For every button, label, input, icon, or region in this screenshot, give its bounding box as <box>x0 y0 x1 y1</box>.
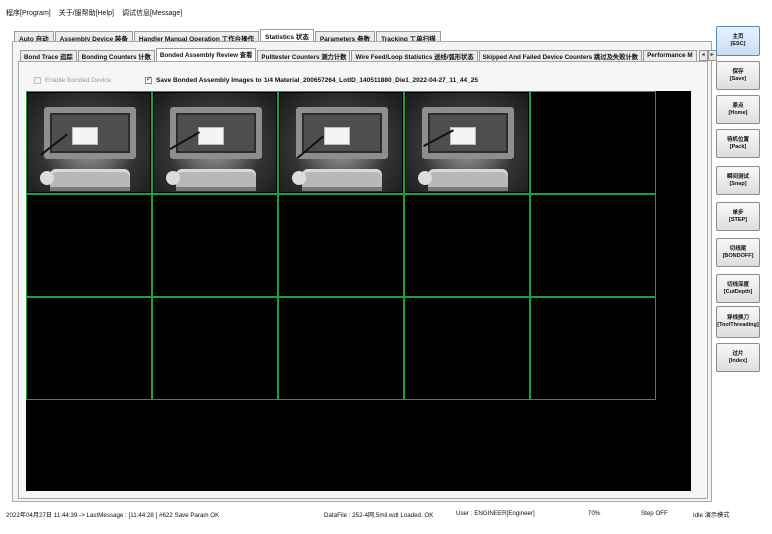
menu-message[interactable]: 调试信息[Message] <box>120 8 184 18</box>
pack-button[interactable]: 待机位置 [Pack] <box>716 129 760 158</box>
status-bar: 2022年04月27日 11:44:39 -> LastMessage : [1… <box>6 509 766 520</box>
grid-cell[interactable] <box>26 194 152 297</box>
side-button-label: 主页 <box>732 34 744 40</box>
side-button-key: [Pack] <box>729 143 747 150</box>
step-button[interactable]: 单步 [STEP] <box>716 202 760 231</box>
grid-cell[interactable] <box>404 91 530 194</box>
bonded-assembly-image <box>154 93 276 192</box>
cutdepth-button[interactable]: 切线深度 [CutDepth] <box>716 274 760 303</box>
ball-shape <box>418 171 432 185</box>
side-button-key: [Save] <box>729 75 747 82</box>
side-button-label: 原点 <box>732 102 744 109</box>
index-button[interactable]: 过片 [Index] <box>716 343 760 372</box>
grid-cell[interactable] <box>152 194 278 297</box>
ball-shape <box>292 171 306 185</box>
subtab-performance[interactable]: Performance M <box>643 50 697 61</box>
status-message: 2022年04月27日 11:44:39 -> LastMessage : [1… <box>6 512 220 519</box>
side-button-key: [Home] <box>728 109 748 116</box>
subtab-bond-trace[interactable]: Bond Trace 追踪 <box>20 50 77 61</box>
side-button-label: 单步 <box>732 209 744 216</box>
subtab-wire-feed-loop[interactable]: Wire Feed/Loop Statistics 送线/弧形状态 <box>351 50 478 61</box>
grid-cell[interactable] <box>404 297 530 400</box>
save-images-checkbox[interactable] <box>145 75 152 84</box>
grid-cell[interactable] <box>278 91 404 194</box>
status-percent: 70% <box>588 510 601 517</box>
side-button-label: 切线尾 <box>729 245 747 252</box>
die-shape <box>198 127 224 145</box>
pedestal-shape <box>176 169 256 191</box>
subtab-bonded-assembly-review[interactable]: Bonded Assembly Review 查看 <box>155 48 257 61</box>
side-button-label: 保存 <box>732 68 744 75</box>
grid-cell[interactable] <box>404 194 530 297</box>
die-shape <box>450 127 476 145</box>
status-user: User : ENGINEER[Engineer] <box>456 510 535 517</box>
side-button-key: [CutDepth] <box>723 288 753 295</box>
side-button-label: 待机位置 <box>726 136 749 143</box>
pedestal-shape <box>428 169 508 191</box>
image-path: 1/4 Material_200657264_LotID_140511880_D… <box>264 76 478 84</box>
bonded-assembly-image <box>280 93 402 192</box>
side-button-key: [Snap] <box>729 180 747 187</box>
menu-bar: 程序[Program] 关于/服帮助[Help] 调试信息[Message] <box>4 6 184 19</box>
ball-shape <box>166 171 180 185</box>
enable-bonded-device-row: Enable Bonded Device <box>34 75 111 85</box>
bonded-assembly-image <box>28 93 150 192</box>
snap-button[interactable]: 瞬间测试 [Snap] <box>716 166 760 195</box>
side-button-key: [BONDOFF] <box>722 252 754 259</box>
menu-help[interactable]: 关于/服帮助[Help] <box>57 8 116 18</box>
grid-cell[interactable] <box>152 297 278 400</box>
grid-cell[interactable] <box>152 91 278 194</box>
status-mode: Idle 演示模式 <box>693 512 730 519</box>
side-button-label: 瞬间测试 <box>726 173 749 180</box>
save-images-label: Save Bonded Assembly Images to <box>156 76 262 84</box>
grid-cell[interactable] <box>530 297 656 400</box>
bondoff-button[interactable]: 切线尾 [BONDOFF] <box>716 238 760 267</box>
tab-scroll-left-icon[interactable]: ◂ <box>698 50 708 61</box>
sub-tab-strip: Bond Trace 追踪 Bonding Counters 计数 Bonded… <box>20 48 717 61</box>
home-button[interactable]: 原点 [Home] <box>716 95 760 124</box>
subtab-bonding-counters[interactable]: Bonding Counters 计数 <box>77 50 155 61</box>
grid-cell[interactable] <box>26 297 152 400</box>
status-step: Step OFF <box>641 510 668 517</box>
side-button-key: [STEP] <box>728 216 748 223</box>
enable-bonded-device-checkbox[interactable] <box>34 76 41 84</box>
pedestal-shape <box>302 169 382 191</box>
side-button-label: 过片 <box>732 350 744 357</box>
tool-threading-button[interactable]: 穿线换刀 [ToolThreading] <box>716 306 760 338</box>
subtab-pulltester-counters[interactable]: Pulltester Counters 测力计数 <box>257 50 351 61</box>
side-button-label: 切线深度 <box>726 281 749 288</box>
save-images-row: Save Bonded Assembly Images to <box>145 75 262 85</box>
grid-cell[interactable] <box>530 91 656 194</box>
grid-cell[interactable] <box>278 194 404 297</box>
side-button-label: 穿线换刀 <box>726 315 749 321</box>
side-button-key: [ESC] <box>730 41 746 47</box>
grid-cell[interactable] <box>530 194 656 297</box>
save-button[interactable]: 保存 [Save] <box>716 61 760 90</box>
subtab-skipped-failed[interactable]: Skipped And Failed Device Counters 跳过及失败… <box>478 50 643 61</box>
grid-cell[interactable] <box>278 297 404 400</box>
pedestal-shape <box>50 169 130 191</box>
side-button-key: [ToolThreading] <box>717 322 759 328</box>
image-grid <box>26 91 658 400</box>
image-path-row: 1/4 Material_200657264_LotID_140511880_D… <box>264 75 478 85</box>
esc-button[interactable]: 主页 [ESC] <box>716 26 760 56</box>
enable-bonded-device-label: Enable Bonded Device <box>45 76 112 84</box>
status-datafile: DataFile : 252-4网.5mil.wdt Loaded. OK <box>324 512 434 519</box>
menu-program[interactable]: 程序[Program] <box>4 8 53 18</box>
die-shape <box>324 127 350 145</box>
side-button-key: [Index] <box>728 357 748 364</box>
bonded-assembly-image <box>406 93 528 192</box>
grid-cell[interactable] <box>26 91 152 194</box>
tab-scroll-arrows: ◂ ▸ <box>698 50 717 61</box>
die-shape <box>72 127 98 145</box>
ball-shape <box>40 171 54 185</box>
